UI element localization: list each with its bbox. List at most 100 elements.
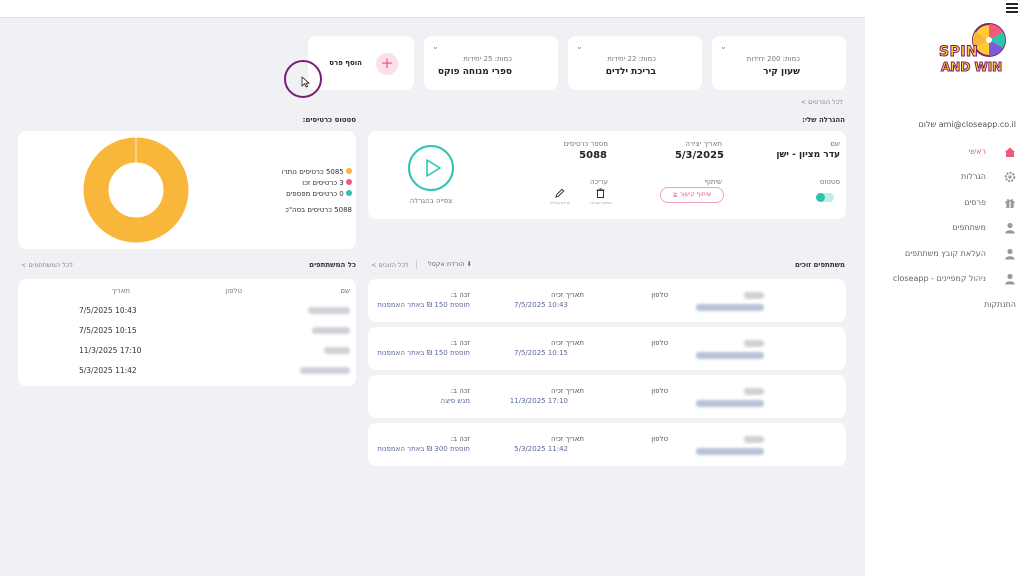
legend-text: 3 כרטיסים זכו — [302, 179, 344, 187]
participants-title: כל המשתתפים — [309, 261, 356, 269]
user-upload-icon — [1005, 248, 1015, 260]
participant-date: 5/3/2025 11:42 — [79, 366, 137, 375]
delete-caption: מחיקת הגרלה — [590, 201, 612, 205]
participant-name — [300, 367, 350, 374]
play-button[interactable] — [408, 145, 454, 191]
win-date: 7/5/2025 10:43 — [514, 301, 568, 309]
win-date-label: תאריך זכיה — [550, 435, 584, 443]
prize-label: זכה ב: — [450, 291, 470, 299]
status-toggle[interactable] — [816, 193, 834, 202]
play-icon — [426, 159, 441, 177]
cards-donut-chart — [83, 137, 189, 243]
pencil-icon[interactable] — [555, 188, 565, 198]
top-bar — [0, 0, 1024, 17]
win-date-label: תאריך זכיה — [550, 291, 584, 299]
winner-phone — [696, 448, 764, 455]
menu-icon[interactable] — [1006, 3, 1018, 13]
winner-row[interactable]: טלפון תאריך זכיה 7/5/2025 10:15 זכה ב: ת… — [368, 327, 846, 370]
nav-item-prizes[interactable]: פרסים — [964, 198, 986, 207]
sidebar: SPIN AND WIN שלום ami@closeapp.co.il ראש… — [865, 17, 1024, 576]
watch-lottery-label: צפייה בהגרלה — [409, 197, 453, 205]
add-prize-card[interactable]: + הוסף פרס — [308, 36, 414, 90]
prize-qty: כמות: 200 יחידות — [746, 55, 800, 63]
winner-name — [744, 388, 764, 395]
participant-date: 11/3/2025 17:10 — [79, 346, 142, 355]
lottery-date: 5/3/2025 — [674, 150, 724, 161]
winner-name — [744, 436, 764, 443]
prize-label: זכה ב: — [450, 435, 470, 443]
nav-item-participants[interactable]: משתתפים — [952, 223, 986, 232]
user-greeting: שלום ami@closeapp.co.il — [918, 120, 1016, 129]
logout-link[interactable]: התנתקות — [984, 300, 1016, 309]
all-participants-link[interactable]: לכל המשתתפים > — [21, 261, 73, 269]
table-row[interactable]: 5/3/2025 11:42 — [18, 361, 356, 381]
cards-label: מספר כרטיסים — [563, 140, 608, 148]
winner-phone — [696, 400, 764, 407]
all-winners-link[interactable]: לכל הזוכים > — [371, 261, 409, 269]
legend-won: 3 כרטיסים זכו — [302, 179, 352, 187]
spin-and-win-logo[interactable]: SPIN AND WIN — [937, 22, 1015, 82]
winners-title: משתתפים זוכים — [794, 261, 845, 269]
share-label: שיתוף — [704, 178, 722, 186]
prize-card[interactable]: ⌄ כמות: 22 יחידות בריכת ילדים — [568, 36, 702, 90]
cards-count: 5088 — [579, 150, 607, 161]
export-excel-button[interactable]: ⬇ הורדת אקסל — [428, 260, 472, 268]
legend-text: 0 כרטיסים מפספים — [286, 190, 344, 198]
prize-label: זכה ב: — [450, 339, 470, 347]
header-name: שם — [340, 287, 350, 295]
participant-date: 7/5/2025 10:43 — [79, 306, 137, 315]
winner-row[interactable]: טלפון תאריך זכיה 7/5/2025 10:43 זכה ב: ת… — [368, 279, 846, 322]
participant-date: 7/5/2025 10:15 — [79, 326, 137, 335]
win-date-label: תאריך זכיה — [550, 339, 584, 347]
trash-icon[interactable] — [596, 188, 605, 198]
table-row[interactable]: 11/3/2025 17:10 — [18, 341, 356, 361]
phone-label: טלפון — [651, 339, 668, 347]
win-prize: תוספת 300 ₪ באתר האמפנות — [377, 445, 470, 453]
prize-card[interactable]: ⌄ כמות: 25 יחידות ספרי מנוחה פוקס — [424, 36, 558, 90]
share-link-button[interactable]: שיתוף קישור ⪵ — [660, 187, 724, 203]
prize-qty: כמות: 22 יחידות — [607, 55, 656, 63]
my-lottery-card: שם עדר מציון - ישן תאריך יצירה 5/3/2025 … — [368, 131, 846, 219]
download-icon: ⬇ — [466, 260, 472, 268]
chevron-down-icon[interactable]: ⌄ — [720, 42, 727, 51]
header-date: תאריך — [111, 287, 130, 295]
win-date: 11/3/2025 17:10 — [509, 397, 568, 405]
nav-item-campaigns[interactable]: ניהול קמפיינים - closeapp — [893, 274, 986, 283]
logo-text-win: AND WIN — [940, 60, 1003, 75]
cards-total: 5088 כרטיסים בסה"כ — [285, 206, 352, 214]
prize-card[interactable]: ⌄ כמות: 200 יחידות שעון קיר — [712, 36, 846, 90]
home-icon — [1005, 147, 1015, 157]
table-row[interactable]: 7/5/2025 10:43 — [18, 301, 356, 321]
divider — [416, 260, 417, 269]
participant-name — [324, 347, 350, 354]
win-prize: תוספת 150 ₪ באתר האמפנות — [377, 349, 470, 357]
nav-item-home[interactable]: ראשי — [969, 147, 986, 156]
phone-label: טלפון — [651, 435, 668, 443]
chevron-down-icon[interactable]: ⌄ — [576, 42, 583, 51]
name-label: שם — [830, 140, 840, 148]
nav-item-lotteries[interactable]: הגרלות — [961, 172, 986, 181]
legend-missed: 0 כרטיסים מפספים — [286, 190, 352, 198]
cards-status-card: 5085 כרטיסים נותרו 3 כרטיסים זכו 0 כרטיס… — [18, 131, 356, 249]
all-prizes-link[interactable]: לכל הפרסים > — [801, 98, 843, 106]
winner-row[interactable]: טלפון תאריך זכיה 5/3/2025 11:42 זכה ב: ת… — [368, 423, 846, 466]
export-label: הורדת אקסל — [428, 260, 465, 268]
phone-label: טלפון — [651, 387, 668, 395]
winner-phone — [696, 352, 764, 359]
cursor-icon — [301, 76, 310, 88]
my-lottery-title: ההגרלה שלי: — [802, 116, 845, 124]
toggle-knob — [816, 193, 825, 202]
nav-item-upload-participants[interactable]: העלאת קובץ משתתפים — [905, 249, 986, 258]
table-row[interactable]: 7/5/2025 10:15 — [18, 321, 356, 341]
winner-row[interactable]: טלפון תאריך זכיה 11/3/2025 17:10 זכה ב: … — [368, 375, 846, 418]
prize-label: זכה ב: — [450, 387, 470, 395]
plus-icon[interactable]: + — [376, 53, 398, 75]
chevron-down-icon[interactable]: ⌄ — [432, 42, 439, 51]
prize-name: בריכת ילדים — [605, 67, 656, 77]
cards-status-title: סטטוס כרטיסים: — [302, 116, 356, 124]
legend-remaining: 5085 כרטיסים נותרו — [282, 168, 352, 176]
gear-icon — [1004, 171, 1016, 183]
win-date: 7/5/2025 10:15 — [514, 349, 568, 357]
participant-name — [308, 307, 350, 314]
legend-dot — [346, 190, 352, 196]
